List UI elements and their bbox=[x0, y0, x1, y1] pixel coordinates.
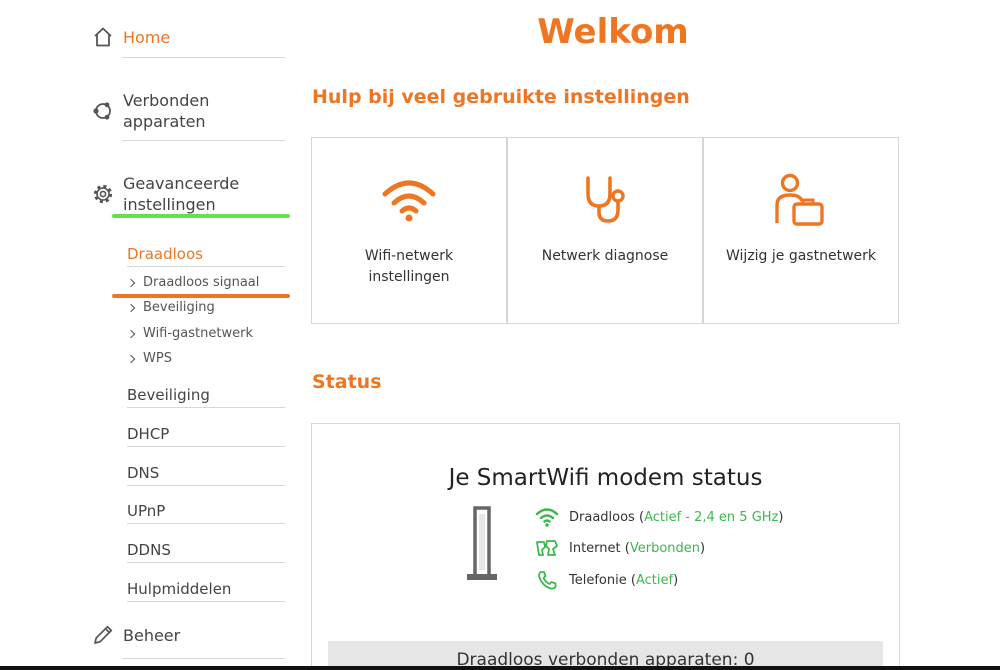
status-internet-value: Verbonden bbox=[629, 540, 701, 556]
chevron-right-icon bbox=[126, 303, 136, 312]
card-guest-network[interactable]: Wijzig je gastnetwerk bbox=[703, 137, 899, 324]
pencil-icon bbox=[90, 622, 116, 648]
nav-advanced-settings[interactable]: Geavanceerde instellingen bbox=[90, 171, 286, 217]
label-line: Geavanceerde bbox=[123, 174, 240, 193]
label-line: instellingen bbox=[123, 195, 216, 214]
wifi-icon bbox=[534, 507, 560, 527]
gear-icon bbox=[90, 181, 116, 207]
status-internet: Internet (Verbonden) bbox=[534, 538, 705, 558]
wifi-icon bbox=[381, 174, 437, 226]
chevron-right-icon bbox=[126, 278, 136, 287]
nav-wifi-guest-network-label: Wifi-gastnetwerk bbox=[143, 326, 253, 341]
nav-advanced-settings-label: Geavanceerde instellingen bbox=[123, 173, 239, 215]
status-telephony-label: Telefonie bbox=[569, 572, 627, 588]
divider bbox=[127, 407, 285, 408]
status-telephony: Telefonie (Actief) bbox=[534, 570, 678, 590]
nav-dns[interactable]: DNS bbox=[127, 464, 159, 482]
nav-beheer-label: Beheer bbox=[123, 625, 181, 645]
guest-icon bbox=[774, 173, 828, 226]
divider bbox=[127, 266, 285, 267]
card-wifi-settings[interactable]: Wifi-netwerk instellingen bbox=[311, 137, 507, 324]
nav-dhcp[interactable]: DHCP bbox=[127, 425, 169, 443]
status-internet-label: Internet bbox=[569, 540, 621, 556]
card-network-diagnosis[interactable]: Netwerk diagnose bbox=[507, 137, 703, 324]
home-icon bbox=[90, 24, 116, 50]
divider bbox=[127, 485, 285, 486]
nav-tools[interactable]: Hulpmiddelen bbox=[127, 580, 231, 598]
label-line: Verbonden bbox=[123, 91, 210, 110]
nav-wps-label: WPS bbox=[143, 351, 172, 366]
nav-wireless-security[interactable]: Beveiliging bbox=[126, 300, 215, 315]
stethoscope-icon bbox=[580, 174, 630, 226]
sidebar: Home Verbonden apparaten Geavanceerde in… bbox=[0, 0, 300, 670]
nav-wireless[interactable]: Draadloos bbox=[127, 245, 203, 263]
divider bbox=[122, 57, 285, 58]
divider bbox=[127, 446, 285, 447]
globe-icon bbox=[534, 538, 560, 558]
status-telephony-value: Actief bbox=[635, 572, 674, 588]
nav-security[interactable]: Beveiliging bbox=[127, 386, 210, 404]
nav-upnp[interactable]: UPnP bbox=[127, 502, 165, 520]
status-wireless: Draadloos (Actief - 2,4 en 5 GHz) bbox=[534, 507, 783, 527]
nav-home-label: Home bbox=[123, 27, 171, 47]
nav-wifi-guest-network[interactable]: Wifi-gastnetwerk bbox=[126, 326, 253, 341]
nav-home[interactable]: Home bbox=[90, 22, 286, 52]
status-wireless-label: Draadloos bbox=[569, 509, 635, 525]
nav-ddns[interactable]: DDNS bbox=[127, 541, 171, 559]
page-title: Welkom bbox=[537, 12, 689, 52]
phone-icon bbox=[534, 570, 560, 590]
card-guest-network-label: Wijzig je gastnetwerk bbox=[726, 248, 876, 264]
nav-connected-devices[interactable]: Verbonden apparaten bbox=[90, 88, 286, 134]
chevron-right-icon bbox=[126, 329, 136, 338]
modem-icon bbox=[466, 506, 498, 586]
connected-devices-icon bbox=[90, 98, 116, 124]
card-network-diagnosis-label: Netwerk diagnose bbox=[541, 248, 669, 264]
active-section-indicator bbox=[112, 214, 290, 218]
label-line: apparaten bbox=[123, 112, 206, 131]
nav-beheer[interactable]: Beheer bbox=[90, 620, 286, 650]
nav-wireless-signal-label: Draadloos signaal bbox=[143, 275, 260, 290]
divider bbox=[127, 601, 285, 602]
nav-wps[interactable]: WPS bbox=[126, 351, 172, 366]
divider bbox=[122, 658, 285, 659]
nav-wireless-security-label: Beveiliging bbox=[143, 300, 215, 315]
divider bbox=[127, 562, 285, 563]
nav-connected-devices-label: Verbonden apparaten bbox=[123, 90, 209, 132]
chevron-right-icon bbox=[126, 354, 136, 363]
status-wireless-value: Actief - 2,4 en 5 GHz bbox=[644, 509, 779, 525]
help-section-title: Hulp bij veel gebruikte instellingen bbox=[312, 86, 690, 108]
divider bbox=[127, 523, 285, 524]
status-panel: Je SmartWifi modem status Draadloos (Act… bbox=[311, 423, 900, 670]
card-wifi-settings-label: Wifi-netwerk instellingen bbox=[364, 248, 454, 285]
nav-wireless-signal[interactable]: Draadloos signaal bbox=[126, 275, 260, 290]
status-section-title: Status bbox=[312, 371, 382, 393]
window-bottom-border bbox=[0, 666, 1000, 670]
status-heading: Je SmartWifi modem status bbox=[448, 465, 763, 491]
active-item-indicator bbox=[112, 294, 290, 298]
divider bbox=[122, 140, 285, 141]
